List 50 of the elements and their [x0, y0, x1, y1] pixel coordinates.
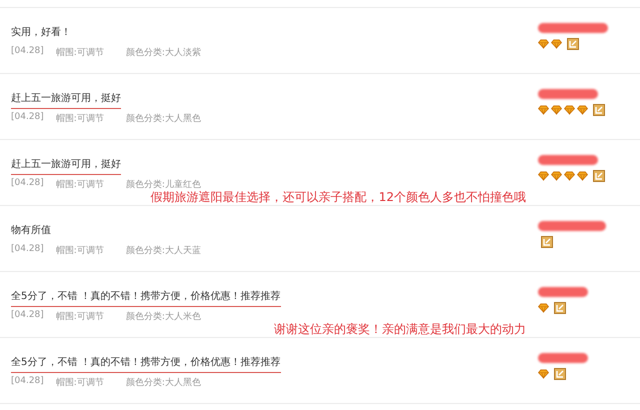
- redacted-username: [538, 23, 608, 33]
- badge-icon: [541, 236, 553, 248]
- review-date: [04.28]: [11, 178, 44, 190]
- review-text: 全5分了，不错 ！真的不错！携带方便，价格优惠！推荐推荐: [11, 289, 281, 307]
- color-category: 颜色分类:大人天蓝: [126, 244, 201, 257]
- badge-icon: [593, 170, 605, 182]
- size-info: 帽围:可调节: [56, 376, 104, 389]
- color-category: 颜色分类:大人米色: [126, 310, 201, 323]
- diamond-icon: [577, 105, 588, 115]
- diamond-icon: [538, 171, 549, 181]
- redacted-username: [538, 221, 606, 231]
- redacted-username: [538, 353, 588, 363]
- size-info: 帽围:可调节: [56, 112, 104, 125]
- color-category: 颜色分类:大人黑色: [126, 376, 201, 389]
- diamond-icon: [577, 171, 588, 181]
- diamond-icon: [564, 105, 575, 115]
- review-text: 全5分了，不错 ！真的不错！携带方便，价格优惠！推荐推荐: [11, 355, 281, 373]
- review-date: [04.28]: [11, 310, 44, 322]
- badge-icon: [567, 38, 579, 50]
- diamond-icon: [538, 369, 549, 379]
- review-date: [04.28]: [11, 244, 44, 256]
- annotation-text: 谢谢这位亲的褒奖！亲的满意是我们最大的动力: [274, 322, 526, 336]
- review-date: [04.28]: [11, 112, 44, 124]
- diamond-icon: [551, 39, 562, 49]
- color-category: 颜色分类:大人黑色: [126, 112, 201, 125]
- review-text: 赶上五一旅游可用，挺好: [11, 91, 121, 109]
- badge-icon: [554, 302, 566, 314]
- diamond-icon: [551, 171, 562, 181]
- diamond-icon: [538, 105, 549, 115]
- review-date: [04.28]: [11, 376, 44, 388]
- annotation-text: 假期旅游遮阳最佳选择，还可以亲子搭配，12个颜色人多也不怕撞色哦: [150, 190, 526, 204]
- diamond-icon: [564, 171, 575, 181]
- color-category: 颜色分类:儿童红色: [126, 178, 201, 191]
- size-info: 帽围:可调节: [56, 46, 104, 59]
- diamond-icon: [538, 303, 549, 313]
- review-text: 实用，好看！: [11, 26, 71, 40]
- badge-icon: [593, 104, 605, 116]
- diamond-icon: [538, 39, 549, 49]
- size-info: 帽围:可调节: [56, 178, 104, 191]
- review-text: 赶上五一旅游可用，挺好: [11, 157, 121, 175]
- review-date: [04.28]: [11, 46, 44, 58]
- size-info: 帽围:可调节: [56, 244, 104, 257]
- size-info: 帽围:可调节: [56, 310, 104, 323]
- redacted-username: [538, 89, 598, 99]
- redacted-username: [538, 287, 588, 297]
- redacted-username: [538, 155, 598, 165]
- diamond-icon: [551, 105, 562, 115]
- color-category: 颜色分类:大人淡紫: [126, 46, 201, 59]
- badge-icon: [554, 368, 566, 380]
- review-text: 物有所值: [11, 224, 51, 238]
